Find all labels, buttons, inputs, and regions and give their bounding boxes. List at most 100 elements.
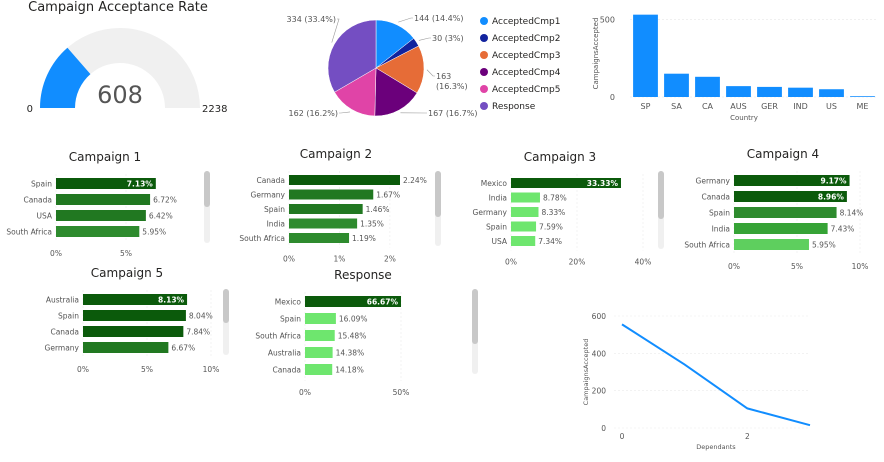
cmp3-cat-4: USA [491, 237, 507, 246]
pie-label-2-b: (16.3%) [436, 82, 468, 91]
response-bar-4 [305, 364, 333, 375]
cmp3-title: Campaign 3 [523, 150, 597, 164]
cmp4-value-2: 8.14% [840, 209, 864, 218]
cmp5-bar-3 [83, 342, 169, 353]
country-xtick-0: SP [641, 102, 651, 111]
cmp4-value-3: 7.43% [831, 225, 855, 234]
cmp2-value-3: 1.35% [360, 220, 384, 229]
gauge-max-label: 2238 [202, 104, 227, 115]
cmp2-title: Campaign 2 [299, 147, 373, 161]
cmp1-bar-2 [56, 210, 146, 221]
country-bar-1 [664, 73, 689, 97]
cmp5-bar-2 [83, 326, 184, 337]
cmp5-cat-3: Germany [45, 344, 80, 353]
response-bar-1 [305, 313, 336, 324]
pie-label-0: 144 (14.4%) [414, 14, 463, 23]
cmp5-scrollbar[interactable] [223, 289, 229, 355]
country-bar-0 [633, 14, 658, 98]
country-xtick-4: GER [761, 102, 778, 111]
gauge-min-label: 0 [27, 104, 33, 115]
cmp1-cat-1: Canada [23, 196, 52, 205]
cmp1-xtick-1: 5% [120, 249, 132, 258]
cmp4-cat-4: South Africa [684, 241, 730, 250]
response-value-3: 14.38% [336, 349, 365, 358]
cmp1-scrollbar[interactable] [204, 171, 210, 243]
cmp3-scrollbar[interactable] [658, 171, 664, 249]
country-bar-6 [819, 89, 844, 97]
country-xtick-1: SA [671, 102, 682, 111]
cmp3-xtick-2: 40% [635, 258, 652, 267]
pie-label-2: 163 [436, 72, 451, 81]
pie-leader-0 [398, 17, 413, 23]
legend-item-3: AcceptedCmp4 [492, 68, 561, 78]
cmp5-xtick-2: 10% [203, 365, 220, 374]
cmp5-bar-1 [83, 310, 186, 321]
response-bar-chart: 0% 50% Mexico 66.67% Spain 16.09% South Africa… [255, 292, 409, 397]
cmp3-bar-2 [511, 207, 539, 217]
dependants-line-chart: CampaignsAccepted 0 200 400 600 0 2 Dependants [582, 312, 811, 451]
cmp3-bar-3 [511, 221, 537, 232]
response-cat-0: Mexico [275, 298, 302, 307]
cmp3-value-4: 7.34% [538, 237, 562, 246]
response-value-0: 66.67% [367, 298, 399, 307]
response-bar-2 [305, 330, 335, 341]
line-ytick-3: 600 [592, 312, 607, 321]
cmp4-value-1: 8.96% [818, 193, 845, 202]
line-ytick-0: 0 [601, 424, 606, 433]
cmp1-xtick-0: 0% [50, 249, 62, 258]
cmp2-cat-3: India [267, 220, 285, 229]
country-ylabel: CampaignsAccepted [592, 18, 600, 90]
cmp5-cat-2: Canada [50, 328, 79, 337]
country-bar-5 [788, 87, 813, 97]
legend-dot-4 [480, 85, 488, 93]
cmp2-xtick-0: 0% [283, 255, 295, 264]
cmp2-scrollbar[interactable] [435, 171, 441, 246]
cmp3-cat-1: India [489, 194, 507, 203]
cmp2-cat-0: Canada [256, 176, 285, 185]
cmp5-value-0: 8.13% [158, 296, 185, 305]
country-bar-3 [726, 86, 751, 97]
cmp4-cat-1: Canada [701, 193, 730, 202]
country-bar-4 [757, 86, 782, 97]
pie-leader-4 [339, 111, 351, 114]
cmp4-bar-4 [734, 239, 809, 250]
cmp5-cat-0: Australia [46, 296, 79, 305]
country-xlabel: Country [730, 114, 758, 122]
cmp2-value-1: 1.67% [376, 191, 400, 200]
response-xtick-0: 0% [299, 388, 311, 397]
cmp4-bar-2 [734, 207, 837, 218]
cmp3-cat-0: Mexico [481, 179, 508, 188]
response-cat-2: South Africa [255, 332, 301, 341]
cmp2-value-4: 1.19% [352, 234, 376, 243]
cmp3-xtick-0: 0% [505, 258, 517, 267]
country-xtick-6: US [826, 102, 837, 111]
response-value-1: 16.09% [339, 315, 368, 324]
campaign-5-bar-chart: 0% 5% 10% Australia 8.13% Spain 8.04% Canada 7.8… [45, 290, 220, 374]
legend-dot-1 [480, 34, 488, 42]
country-xtick-7: ME [857, 102, 869, 111]
cmp4-value-4: 5.95% [812, 241, 836, 250]
cmp3-xtick-1: 20% [569, 258, 586, 267]
cmp1-cat-3: South Africa [6, 228, 52, 237]
pie-label-5: 334 (33.4%) [287, 15, 336, 24]
line-xtick-1: 2 [745, 432, 750, 441]
cmp3-value-1: 8.78% [543, 194, 567, 203]
line-xlabel: Dependants [696, 443, 736, 451]
legend-item-2: AcceptedCmp3 [492, 51, 560, 61]
cmp3-value-0: 33.33% [587, 179, 619, 188]
cmp3-bar-1 [511, 192, 540, 203]
response-cat-3: Australia [268, 349, 301, 358]
cmp2-xtick-2: 2% [384, 255, 396, 264]
cmp5-cat-1: Spain [58, 312, 79, 321]
cmp1-value-1: 6.72% [153, 196, 177, 205]
response-value-2: 15.48% [338, 332, 367, 341]
line-ytick-2: 400 [592, 349, 607, 358]
legend-item-4: AcceptedCmp5 [492, 85, 560, 95]
cmp4-title: Campaign 4 [746, 147, 820, 161]
pie-label-3: 167 (16.7%) [428, 109, 477, 118]
country-xtick-3: AUS [730, 102, 746, 111]
line-series [621, 323, 811, 427]
country-bar-chart: CampaignsAccepted 0 500 SP SA CA AUS GER IND US ME… [592, 14, 878, 122]
cmp4-cat-0: Germany [696, 177, 731, 186]
response-scrollbar[interactable] [472, 289, 478, 374]
